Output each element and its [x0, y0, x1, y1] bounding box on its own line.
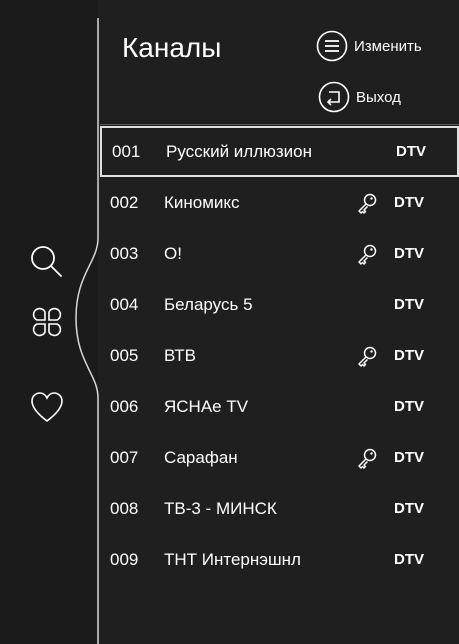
return-icon: [318, 81, 350, 113]
channel-type: DTV: [394, 347, 424, 364]
channel-number: 008: [110, 498, 139, 518]
lock-key-icon: [356, 192, 378, 214]
channel-number: 007: [110, 447, 139, 467]
channel-row[interactable]: 004 Беларусь 5 DTV: [100, 279, 459, 330]
exit-button[interactable]: Выход: [318, 81, 401, 113]
heart-icon[interactable]: [22, 386, 72, 430]
edit-label: Изменить: [354, 37, 422, 55]
channel-name: Беларусь 5: [164, 294, 253, 314]
channel-number: 006: [110, 396, 139, 416]
channel-number: 004: [110, 294, 139, 314]
channel-name: ТНТ Интернэшнл: [164, 549, 301, 569]
channel-name: Киномикс: [164, 192, 240, 212]
channel-type: DTV: [396, 143, 426, 160]
channel-type: DTV: [394, 500, 424, 517]
channel-row[interactable]: 002 Киномикс DTV: [100, 177, 459, 228]
lock-key-icon: [356, 243, 378, 265]
channel-type: DTV: [394, 296, 424, 313]
channel-name: О!: [164, 243, 182, 263]
channel-name: ВТВ: [164, 345, 196, 365]
channel-row[interactable]: 007 Сарафан DTV: [100, 432, 459, 483]
edit-button[interactable]: Изменить: [316, 30, 422, 62]
channel-type: DTV: [394, 398, 424, 415]
header-divider: [100, 124, 459, 125]
channel-number: 009: [110, 549, 139, 569]
menu-icon: [316, 30, 348, 62]
lock-key-icon: [356, 345, 378, 367]
channel-number: 005: [110, 345, 139, 365]
channel-type: DTV: [394, 194, 424, 211]
channel-name: ЯСНАе TV: [164, 396, 249, 416]
channel-row[interactable]: 001 Русский иллюзион DTV: [100, 126, 459, 177]
categories-icon[interactable]: [22, 300, 72, 344]
channel-number: 002: [110, 192, 139, 212]
channels-panel: Каналы Изменить Выход 001 Русский иллюзи…: [100, 0, 459, 644]
lock-key-icon: [356, 447, 378, 469]
channel-name: Сарафан: [164, 447, 238, 467]
channel-name: Русский иллюзион: [166, 141, 313, 161]
channel-type: DTV: [394, 245, 424, 262]
page-title: Каналы: [122, 32, 222, 63]
channel-type: DTV: [394, 449, 424, 466]
search-icon[interactable]: [22, 240, 72, 284]
channel-number: 001: [112, 141, 141, 161]
channel-list: 001 Русский иллюзион DTV 002 Киномикс DT…: [100, 126, 459, 585]
channel-number: 003: [110, 243, 139, 263]
channel-name: ТВ-3 - МИНСК: [164, 498, 277, 518]
channel-row[interactable]: 003 О! DTV: [100, 228, 459, 279]
exit-label: Выход: [356, 88, 401, 106]
channel-row[interactable]: 009 ТНТ Интернэшнл DTV: [100, 534, 459, 585]
channel-row[interactable]: 006 ЯСНАе TV DTV: [100, 381, 459, 432]
channel-type: DTV: [394, 551, 424, 568]
channel-row[interactable]: 005 ВТВ DTV: [100, 330, 459, 381]
channel-row[interactable]: 008 ТВ-3 - МИНСК DTV: [100, 483, 459, 534]
